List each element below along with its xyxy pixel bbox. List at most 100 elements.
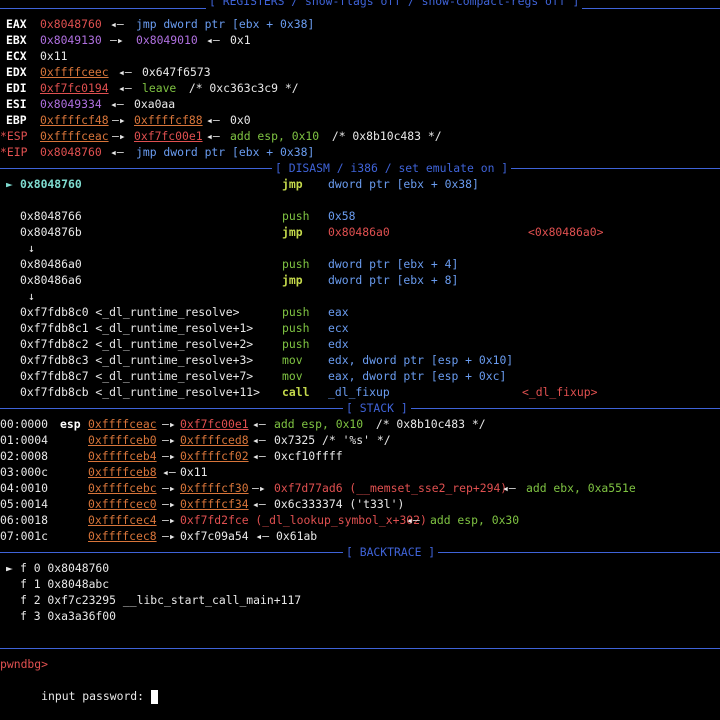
stack-instruction: add esp, 0x10 [274,417,364,431]
disasm-mnemonic: push [282,321,310,335]
disasm-operand: dword ptr [ebx + 4] [328,257,459,271]
stack-register: esp [60,417,81,431]
disasm-operand: 0x58 [328,209,356,223]
stack-address: 0xffffcec4 [88,513,157,527]
stack-row: 04:0010 0xffffcebc —▸ 0xffffcf30 —▸ 0xf7d77ad… [0,480,720,496]
stack-address: 0xffffcec0 [88,497,157,511]
disasm-header: [ DISASM / i386 / set emulate on ] [0,160,720,176]
backtrace-frame: f 2 0xf7c23295 __libc_start_call_main+11… [0,592,720,608]
disasm-line: ↓ [0,240,720,256]
disasm-address: 0xf7fdb8c7 <_dl_runtime_resolve+7> [20,369,254,383]
stack-address: 0xffffcebc [88,481,157,495]
disasm-operand: dword ptr [ebx + 8] [328,273,459,287]
disasm-operand: _dl_fixup [328,385,390,399]
register-ebx: EBX 0x8049130 —▸ 0x8049010 ◂— 0x1 [6,33,251,47]
stack-row: 06:0018 0xffffcec4 —▸ 0xf7fd2fce (_dl_looku… [0,512,720,528]
stack-pointer: 0xffffcf02 [180,449,249,463]
register-esi: ESI 0x8049334 ◂— 0xa0aa [6,97,176,111]
register-ecx: ECX 0x11 [6,49,68,63]
current-instruction-marker: ► [6,177,13,191]
backtrace-pane: ► f 0 0x8048760 f 1 0x8048abc f 2 0xf7c2329… [0,560,720,624]
stack-pane: 00:0000 esp 0xffffceac —▸ 0xf7fc00e1 ◂— add es… [0,416,720,544]
stack-header: [ STACK ] [0,400,720,416]
frame-text: f 1 0x8048abc [20,577,110,591]
disasm-line: 0xf7fdb8c0 <_dl_runtime_resolve> push eax [0,304,720,320]
stack-row: 07:001c 0xffffcec8 —▸ 0xf7c09a54 ◂— 0x61ab [0,528,720,544]
stack-row: 01:0004 0xffffceb0 —▸ 0xffffced8 ◂— 0x7325 /*… [0,432,720,448]
disasm-operand: edx, dword ptr [esp + 0x10] [328,353,514,367]
disasm-address: 0x80486a0 [20,257,82,271]
disasm-line: 0xf7fdb8c3 <_dl_runtime_resolve+3> mov edx… [0,352,720,368]
register-edi: EDI 0xf7fc0194 ◂— leave /* 0xc363c3c9 */ [6,81,299,95]
disasm-address: 0xf7fdb8c0 <_dl_runtime_resolve> [20,305,240,319]
disasm-pane: ► 0x8048760 jmp dword ptr [ebx + 0x38] 0x804… [0,176,720,400]
arrow: ◂— [252,449,266,463]
disasm-operand: ecx [328,321,349,335]
disasm-address: 0xf7fdb8cb <_dl_runtime_resolve+11> [20,385,261,399]
disasm-line: 0x8048766 push 0x58 [0,208,720,224]
stack-symbol: 0xf7d77ad6 (__memset_sse2_rep+294) [274,481,508,495]
backtrace-frame: f 3 0xa3a36f00 [0,608,720,624]
input-prompt-text: input password: [41,689,151,703]
disasm-address: 0xf7fdb8c3 <_dl_runtime_resolve+3> [20,353,254,367]
arrow: ◂— [252,433,266,447]
frame-text: f 2 0xf7c23295 __libc_start_call_main+11… [20,593,302,607]
stack-pointer: 0xffffcf34 [180,497,249,511]
stack-offset: 07:001c [0,529,49,543]
stack-value: 0xcf10ffff [274,449,343,463]
arrow: ◂— [252,497,266,511]
frame-text: f 3 0xa3a36f00 [20,609,117,623]
stack-pointer: 0xffffcf30 [180,481,249,495]
stack-address: 0xffffceb8 [88,465,157,479]
stack-symbol: 0xf7fd2fce (_dl_lookup_symbol_x+302) [180,513,427,527]
backtrace-header: [ BACKTRACE ] [0,544,720,560]
stack-pointer: 0xf7fc00e1 [180,417,249,431]
disasm-mnemonic: jmp [282,177,303,191]
disasm-address: 0x804876b [20,225,82,239]
stack-instruction: add ebx, 0xa551e [526,481,636,495]
disasm-line [0,192,720,208]
disasm-mnemonic: call [282,385,310,399]
stack-pointer: 0xffffced8 [180,433,249,447]
input-line[interactable]: input password: [0,672,720,704]
disasm-address: 0xf7fdb8c2 <_dl_runtime_resolve+2> [20,337,254,351]
terminal[interactable]: [ REGISTERS / show-flags off / show-comp… [0,0,720,704]
register-eax: EAX 0x8048760 ◂— jmp dword ptr [ebx + 0x… [6,17,315,31]
stack-value: 0x7325 /* '%s' */ [274,433,391,447]
flow-arrow: ↓ [28,241,35,255]
arrow: —▸ [252,481,266,495]
register-edx: EDX 0xffffceec ◂— 0x647f6573 [6,65,211,79]
terminal-cursor[interactable] [150,689,158,704]
disasm-line: ↓ [0,288,720,304]
disasm-mnemonic: push [282,337,310,351]
arrow: —▸ [162,513,176,527]
disasm-line: 0xf7fdb8c7 <_dl_runtime_resolve+7> mov eax… [0,368,720,384]
disasm-line: 0x80486a6 jmp dword ptr [ebx + 8] [0,272,720,288]
disasm-address: 0x8048766 [20,209,82,223]
disasm-operand: dword ptr [ebx + 0x38] [328,177,479,191]
arrow: ◂— [406,513,420,527]
disasm-target: <0x80486a0> [528,225,604,239]
disasm-line: 0xf7fdb8c1 <_dl_runtime_resolve+1> push ec… [0,320,720,336]
disasm-operand: edx [328,337,349,351]
stack-row: 00:0000 esp 0xffffceac —▸ 0xf7fc00e1 ◂— add es… [0,416,720,432]
stack-comment: /* 0x8b10c483 */ [369,417,486,431]
register-esp: *ESP 0xffffceac —▸ 0xf7fc00e1 ◂— add esp… [0,129,442,143]
stack-offset: 00:0000 [0,417,49,431]
registers-header-label: [ REGISTERS / show-flags off / show-comp… [206,0,583,9]
arrow: —▸ [162,417,176,431]
arrow: —▸ [162,449,176,463]
disasm-operand: eax [328,305,349,319]
arrow: —▸ [162,433,176,447]
stack-offset: 01:0004 [0,433,49,447]
frame-text: f 0 0x8048760 [20,561,110,575]
stack-value: 0x11 [180,465,208,479]
disasm-mnemonic: jmp [282,273,303,287]
disasm-mnemonic: push [282,257,310,271]
disasm-target: <_dl_fixup> [522,385,598,399]
disasm-address: 0x80486a6 [20,273,82,287]
stack-offset: 04:0010 [0,481,49,495]
disasm-mnemonic: push [282,209,310,223]
stack-address: 0xffffcec8 [88,529,157,543]
disasm-line: 0xf7fdb8cb <_dl_runtime_resolve+11> call _… [0,384,720,400]
